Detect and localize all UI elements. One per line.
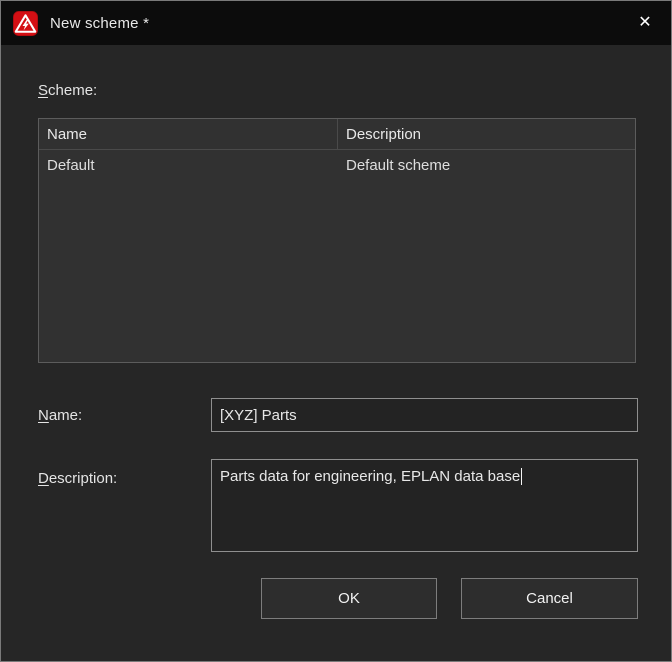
scheme-table-header: Name Description	[39, 119, 635, 150]
description-label-rest: escription:	[49, 470, 117, 487]
close-button[interactable]: ✕	[629, 7, 661, 37]
name-label: Name:	[38, 407, 82, 424]
name-label-rest: ame:	[49, 407, 82, 424]
scheme-table: Name Description Default Default scheme	[38, 118, 636, 363]
column-header-name[interactable]: Name	[39, 119, 338, 149]
description-text: Parts data for engineering, EPLAN data b…	[220, 468, 520, 485]
description-label-mnemonic: D	[38, 470, 49, 487]
name-label-mnemonic: N	[38, 407, 49, 424]
column-header-description[interactable]: Description	[338, 119, 635, 149]
name-input[interactable]	[211, 398, 638, 432]
description-label: Description:	[38, 470, 117, 487]
table-row[interactable]: Default Default scheme	[39, 150, 635, 181]
scheme-label: Scheme:	[38, 82, 97, 99]
cancel-button[interactable]: Cancel	[461, 578, 638, 619]
text-caret	[521, 468, 522, 485]
scheme-label-mnemonic: S	[38, 82, 48, 99]
description-input[interactable]: Parts data for engineering, EPLAN data b…	[211, 459, 638, 552]
close-icon: ✕	[638, 12, 651, 32]
row-cell-name: Default	[39, 150, 338, 181]
ok-button[interactable]: OK	[261, 578, 437, 619]
row-cell-description: Default scheme	[338, 150, 635, 181]
scheme-label-rest: cheme:	[48, 82, 97, 99]
title-bar[interactable]: New scheme * ✕	[1, 1, 671, 45]
eplan-logo-icon	[13, 11, 38, 36]
window-title: New scheme *	[50, 15, 149, 32]
new-scheme-dialog: New scheme * ✕ Scheme: Name Description …	[0, 0, 672, 662]
